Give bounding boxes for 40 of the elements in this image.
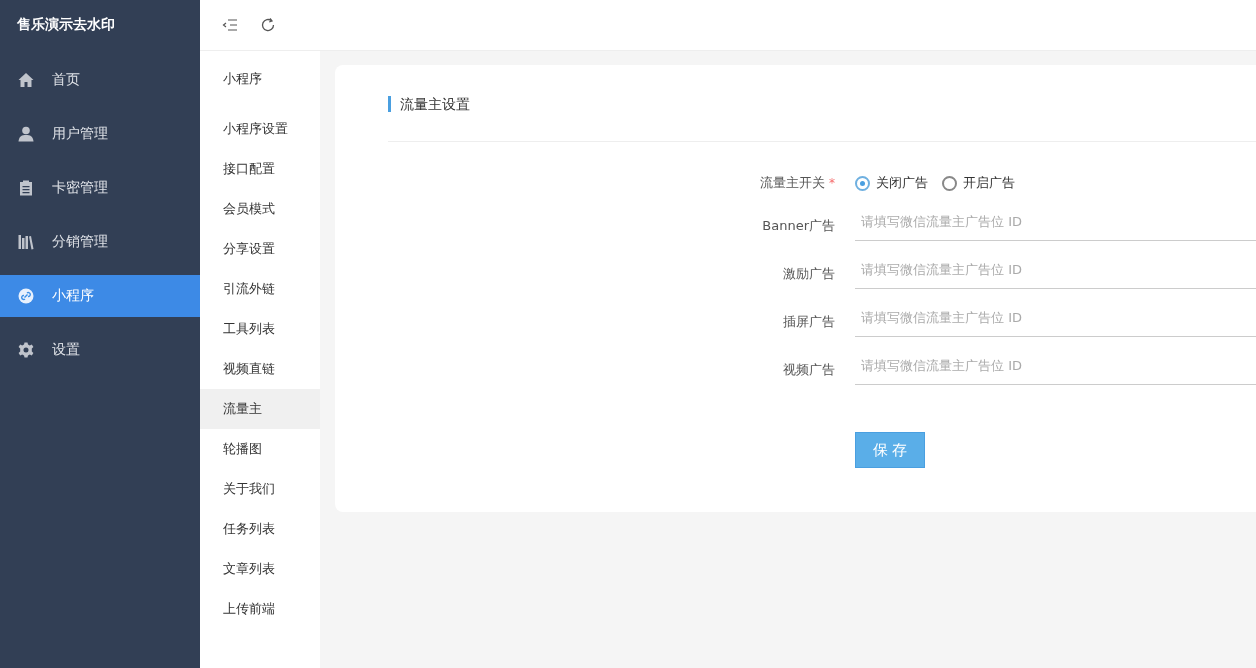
app-logo: 售乐演示去水印 — [17, 15, 115, 34]
submenu-item[interactable]: 接口配置 — [200, 149, 320, 189]
radio-option[interactable]: 开启广告 — [942, 174, 1015, 192]
required-mark: * — [829, 176, 835, 190]
form-label: 插屏广告 — [783, 313, 835, 331]
form-label: 激励广告 — [783, 265, 835, 283]
submenu-item[interactable]: 上传前端 — [200, 589, 320, 629]
link-icon — [18, 288, 34, 304]
submenu-title: 小程序 — [223, 70, 262, 88]
submenu-item[interactable]: 轮播图 — [200, 429, 320, 469]
submenu-item[interactable]: 小程序设置 — [200, 109, 320, 149]
refresh-icon[interactable] — [260, 17, 276, 33]
submenu-item[interactable]: 引流外链 — [200, 269, 320, 309]
books-icon — [18, 234, 34, 250]
card-title: 流量主设置 — [388, 96, 470, 112]
menu-icon[interactable] — [222, 17, 238, 33]
sidebar-item[interactable]: 分销管理 — [0, 221, 200, 263]
form-label: Banner广告 — [762, 217, 835, 235]
sidebar-item[interactable]: 首页 — [0, 59, 200, 101]
submenu-item[interactable]: 分享设置 — [200, 229, 320, 269]
radio-icon[interactable] — [855, 175, 870, 191]
submenu-item[interactable]: 流量主 — [200, 389, 320, 429]
sidebar-item[interactable]: 卡密管理 — [0, 167, 200, 209]
submenu-item[interactable]: 任务列表 — [200, 509, 320, 549]
sidebar-item[interactable]: 设置 — [0, 329, 200, 371]
submenu-item[interactable]: 会员模式 — [200, 189, 320, 229]
gear-icon — [18, 342, 34, 358]
sidebar-item[interactable]: 小程序 — [0, 275, 200, 317]
submenu-item[interactable]: 视频直链 — [200, 349, 320, 389]
home-icon — [18, 72, 34, 88]
submenu-item[interactable]: 关于我们 — [200, 469, 320, 509]
form-label: 流量主开关 — [760, 174, 825, 192]
submenu-item[interactable]: 工具列表 — [200, 309, 320, 349]
submenu-item[interactable]: 文章列表 — [200, 549, 320, 589]
clipboard-icon — [18, 180, 34, 196]
user-icon — [18, 126, 34, 142]
radio-option[interactable]: 关闭广告 — [855, 174, 928, 192]
sidebar-item[interactable]: 用户管理 — [0, 113, 200, 155]
form-label: 视频广告 — [783, 361, 835, 379]
radio-icon[interactable] — [942, 175, 957, 191]
